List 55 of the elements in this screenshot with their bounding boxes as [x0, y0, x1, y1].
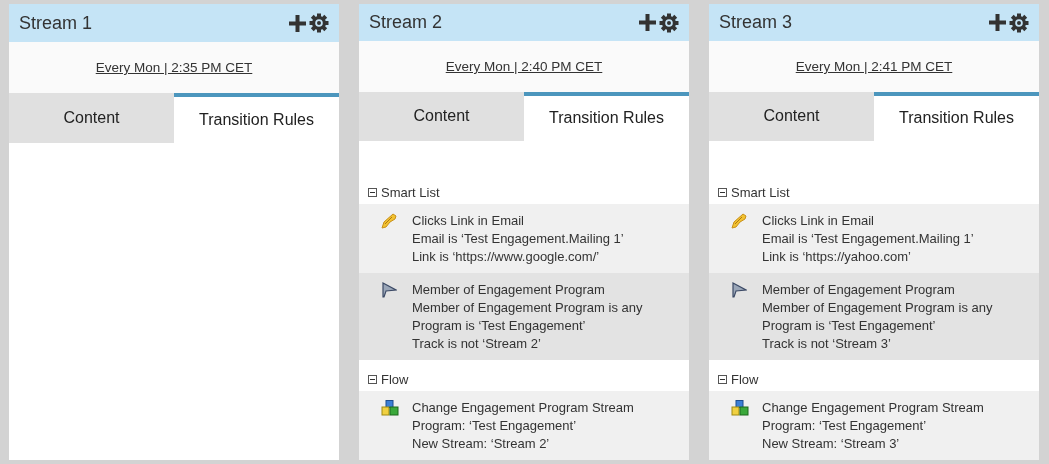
rule-detail: Member of Engagement Program is any [762, 299, 993, 317]
plus-icon[interactable] [289, 14, 306, 32]
rule-title: Change Engagement Program Stream [412, 399, 634, 417]
collapse-icon[interactable] [368, 187, 377, 197]
rule-detail: Member of Engagement Program is any [412, 299, 643, 317]
schedule-link[interactable]: Every Mon | 2:41 PM CET [795, 59, 953, 75]
stream-title: Stream 1 [19, 12, 94, 34]
schedule-link[interactable]: Every Mon | 2:35 PM CET [95, 60, 253, 75]
pencil-icon [381, 213, 397, 229]
rule-detail: Track is not ‘Stream 3’ [762, 335, 892, 353]
collapse-icon[interactable] [718, 187, 727, 197]
tab[interactable]: Content [359, 91, 524, 141]
cubes-icon [381, 400, 399, 416]
rule-row[interactable]: Change Engagement Program Stream Program: ‘Test Engagement’ New Stream: ‘Stream 2’ [359, 391, 689, 460]
rule-detail: Email is ‘Test Engagement.Mailing 1’ [762, 230, 974, 248]
rule-detail: New Stream: ‘Stream 3’ [762, 435, 901, 453]
collapse-icon[interactable] [368, 374, 377, 384]
section-title: Smart List [731, 184, 790, 200]
rule-detail: Email is ‘Test Engagement.Mailing 1’ [412, 230, 624, 248]
plus-icon[interactable] [639, 14, 656, 32]
settings-icon[interactable] [659, 12, 679, 33]
stream-title: Stream 3 [719, 12, 794, 34]
rule-detail: Track is not ‘Stream 2’ [412, 335, 542, 353]
section-title: Smart List [381, 184, 440, 200]
pennant-icon [381, 282, 397, 298]
rule-detail: Link is ‘https://www.google.com/’ [412, 248, 601, 266]
collapse-icon[interactable] [718, 374, 727, 384]
rule-row[interactable]: Clicks Link in Email Email is ‘Test Engagement.Mailing 1’ Link is ‘https://yahoo.com’ [709, 204, 1039, 273]
rule-detail: Program is ‘Test Engagement’ [412, 317, 587, 335]
rule-detail: Link is ‘https://yahoo.com’ [762, 248, 912, 266]
rule-detail: Program is ‘Test Engagement’ [762, 317, 937, 335]
rule-row[interactable]: Clicks Link in Email Email is ‘Test Engagement.Mailing 1’ Link is ‘https://www.google.com/’ [359, 204, 689, 273]
rule-row[interactable]: Member of Engagement Program Member of Engagement Program is any Program is ‘Test Engagement’ Track is not ‘Stream 3’ [709, 273, 1039, 360]
rule-title: Change Engagement Program Stream [762, 399, 984, 417]
rule-title: Member of Engagement Program [412, 281, 606, 299]
cubes-icon [731, 400, 749, 416]
tab[interactable]: Content [709, 91, 874, 141]
rule-detail: Program: ‘Test Engagement’ [412, 417, 578, 435]
rule-title: Clicks Link in Email [762, 212, 875, 230]
rule-row[interactable]: Member of Engagement Program Member of Engagement Program is any Program is ‘Test Engagement’ Track is not ‘Stream 2’ [359, 273, 689, 360]
plus-icon[interactable] [989, 14, 1006, 32]
settings-icon[interactable] [1009, 12, 1029, 33]
section-title: Flow [381, 371, 409, 387]
tab[interactable]: Content [9, 93, 174, 143]
section-title: Flow [731, 371, 759, 387]
rule-row[interactable]: Change Engagement Program Stream Program: ‘Test Engagement’ New Stream: ‘Stream 3’ [709, 391, 1039, 460]
rule-detail: New Stream: ‘Stream 2’ [412, 435, 551, 453]
settings-icon[interactable] [309, 13, 329, 33]
rule-title: Clicks Link in Email [412, 212, 525, 230]
pencil-icon [731, 213, 747, 229]
schedule-link[interactable]: Every Mon | 2:40 PM CET [445, 59, 603, 75]
rule-title: Member of Engagement Program [762, 281, 956, 299]
rule-detail: Program: ‘Test Engagement’ [762, 417, 928, 435]
stream-title: Stream 2 [369, 12, 444, 34]
pennant-icon [731, 282, 747, 298]
